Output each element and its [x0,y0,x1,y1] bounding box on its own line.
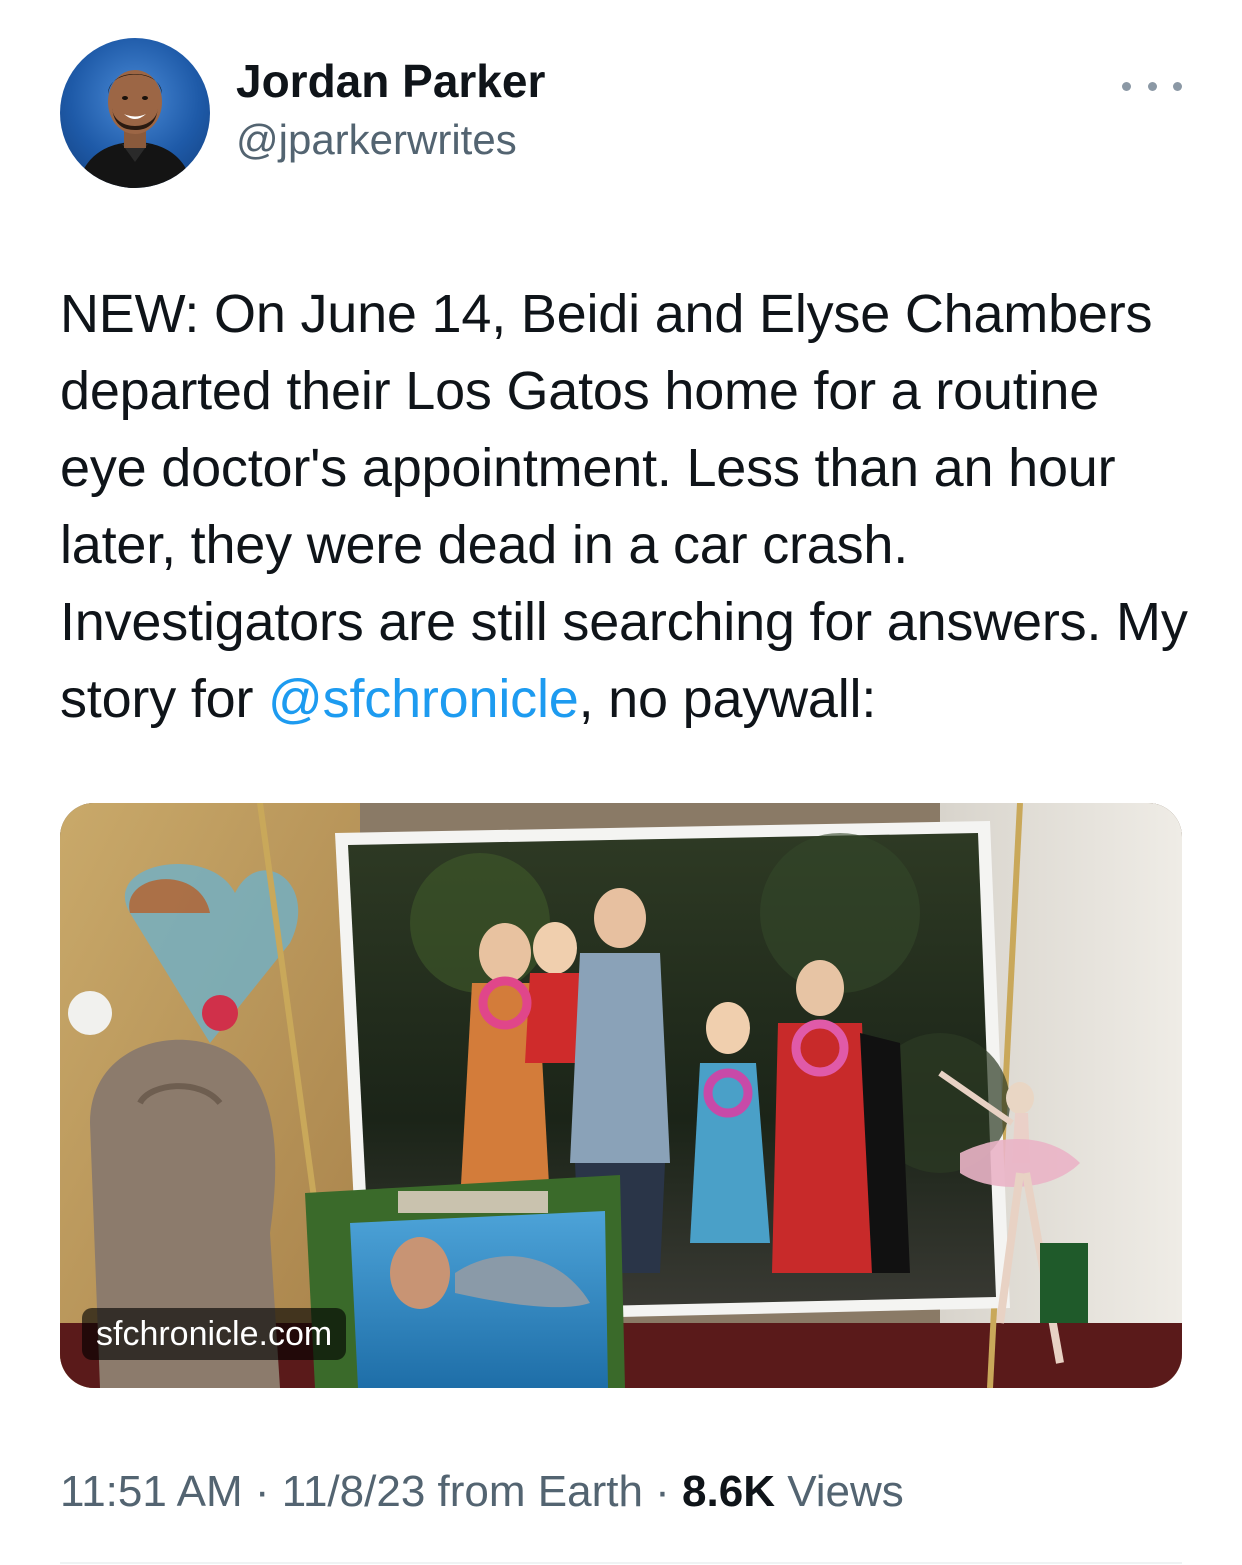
mention-link[interactable]: @sfchronicle [268,669,579,729]
tweet-date[interactable]: 11/8/23 [282,1467,426,1516]
article-photo-icon [60,803,1182,1388]
tweet-source: from Earth [425,1467,643,1516]
tweet-text: NEW: On June 14, Beidi and Elyse Chamber… [60,276,1200,738]
meta-separator: · [242,1467,282,1516]
author-display-name[interactable]: Jordan Parker [236,54,545,108]
author-avatar[interactable] [60,38,210,188]
user-avatar-icon [78,70,192,188]
tweet-text-tail: , no paywall: [578,669,877,729]
more-options-button[interactable] [1122,74,1182,98]
views-label[interactable]: Views [775,1467,904,1516]
author-names[interactable]: Jordan Parker @jparkerwrites [236,54,545,166]
more-horizontal-icon [1122,81,1131,91]
tweet-text-body: NEW: On June 14, Beidi and Elyse Chamber… [60,284,1188,729]
author-handle[interactable]: @jparkerwrites [236,114,545,166]
tweet-header: Jordan Parker @jparkerwrites [60,38,1200,188]
views-count[interactable]: 8.6K [682,1467,775,1516]
link-card[interactable]: sfchronicle.com [60,803,1182,1388]
divider [60,1562,1182,1564]
tweet-time[interactable]: 11:51 AM [60,1467,243,1516]
meta-separator: · [642,1467,683,1516]
tweet-meta: 11:51 AM · 11/8/23 from Earth · 8.6K Vie… [60,1462,904,1522]
link-domain-label: sfchronicle.com [82,1308,347,1360]
